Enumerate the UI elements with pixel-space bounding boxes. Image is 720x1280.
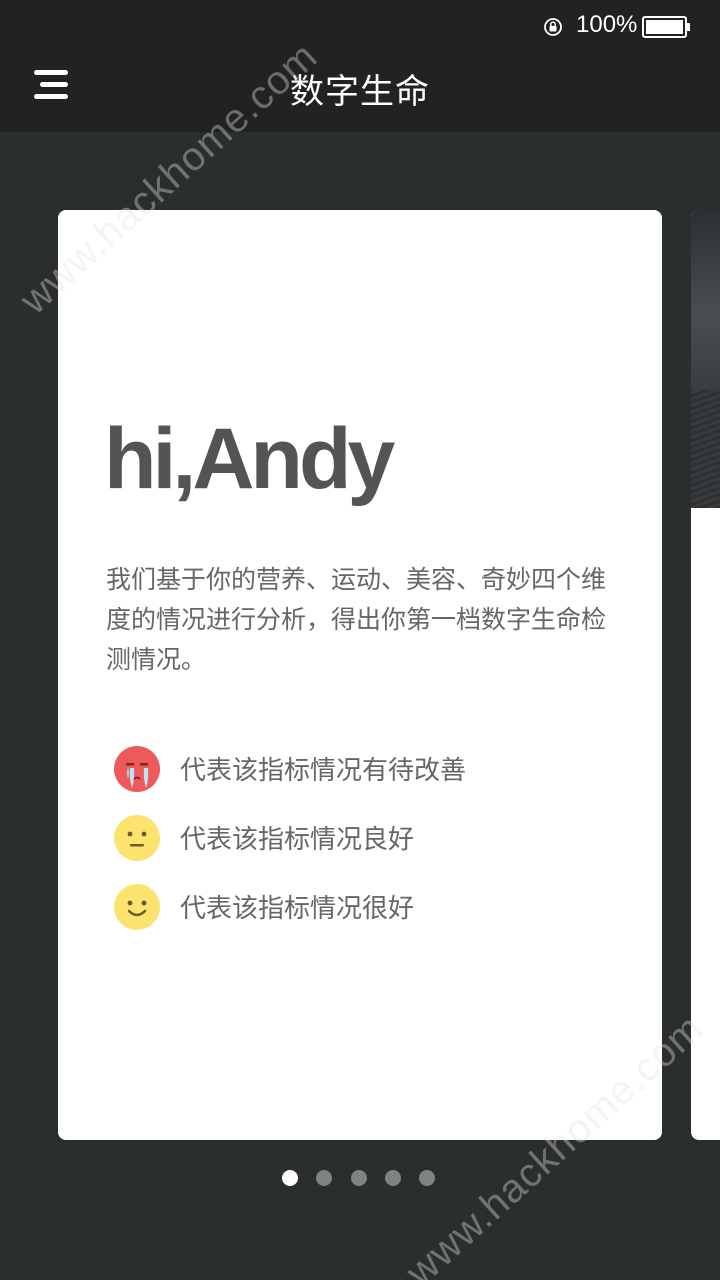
page-dot-1[interactable] (282, 1170, 298, 1186)
next-card-image-texture (691, 390, 720, 508)
next-card-preview[interactable] (691, 210, 720, 1140)
battery-full-icon (642, 16, 690, 38)
legend-label: 代表该指标情况有待改善 (180, 756, 467, 786)
app-header: 数字生命 (0, 54, 720, 132)
page-dot-2[interactable] (316, 1170, 332, 1186)
page-dot-4[interactable] (385, 1170, 401, 1186)
status-bar: 100% (0, 0, 720, 54)
neutral-face-icon (114, 815, 160, 861)
intro-text: 我们基于你的营养、运动、美容、奇妙四个维度的情况进行分析，得出你第一档数字生命检… (106, 565, 607, 674)
legend-item-good: 代表该指标情况良好 (114, 815, 594, 884)
legend-label: 代表该指标情况很好 (180, 894, 415, 924)
legend-label: 代表该指标情况良好 (180, 825, 415, 855)
smiling-face-icon (114, 884, 160, 930)
legend-item-needs-improvement: 代表该指标情况有待改善 (114, 746, 594, 815)
intro-card[interactable]: hi,Andy 我们基于你的营养、运动、美容、奇妙四个维度的情况进行分析，得出你… (58, 210, 662, 1140)
page-dot-3[interactable] (351, 1170, 367, 1186)
screen: 100% 数字生命 hi,Andy 我们基于你的营养、运动、美容、奇妙四个维度的… (0, 0, 720, 1280)
page-dot-5[interactable] (419, 1170, 435, 1186)
page-title: 数字生命 (290, 72, 430, 112)
legend-item-very-good: 代表该指标情况很好 (114, 884, 594, 953)
greeting-heading: hi,Andy (104, 411, 395, 507)
rotation-lock-icon (544, 18, 562, 36)
crying-face-icon (114, 746, 160, 792)
battery-percentage: 100% (576, 11, 638, 38)
legend-list: 代表该指标情况有待改善 代表该指标情况良好 代表该指标情况很好 (114, 746, 594, 953)
